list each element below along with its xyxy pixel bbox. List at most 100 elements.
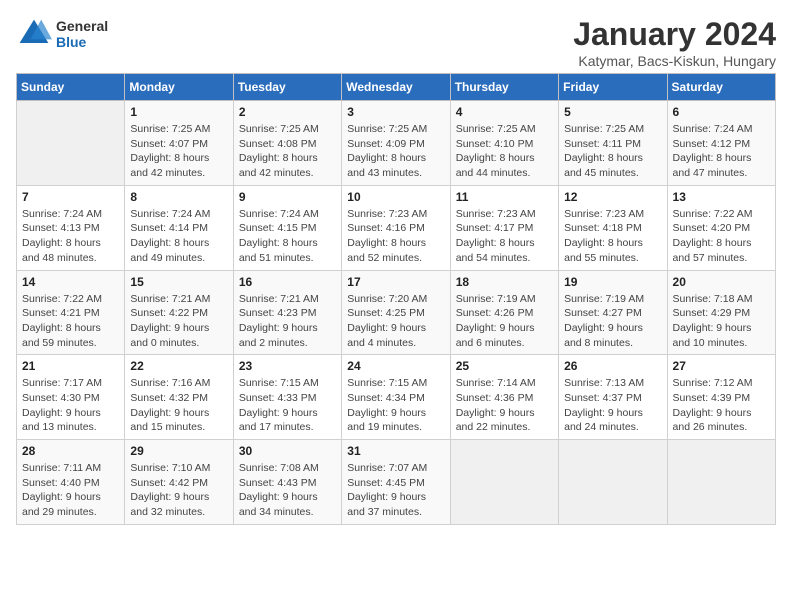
weekday-header-wednesday: Wednesday xyxy=(342,74,450,101)
day-number: 17 xyxy=(347,275,444,289)
day-detail: Sunrise: 7:11 AMSunset: 4:40 PMDaylight:… xyxy=(22,461,119,520)
day-detail: Sunrise: 7:25 AMSunset: 4:10 PMDaylight:… xyxy=(456,122,553,181)
day-detail: Sunrise: 7:16 AMSunset: 4:32 PMDaylight:… xyxy=(130,376,227,435)
weekday-header-friday: Friday xyxy=(559,74,667,101)
day-number: 27 xyxy=(673,359,770,373)
main-title: January 2024 xyxy=(573,16,776,53)
calendar-cell: 2 Sunrise: 7:25 AMSunset: 4:08 PMDaylight… xyxy=(233,101,341,186)
day-detail: Sunrise: 7:10 AMSunset: 4:42 PMDaylight:… xyxy=(130,461,227,520)
day-number: 5 xyxy=(564,105,661,119)
day-number: 1 xyxy=(130,105,227,119)
calendar-cell: 7 Sunrise: 7:24 AMSunset: 4:13 PMDaylight… xyxy=(17,185,125,270)
calendar-cell: 9Sunrise: 7:24 AMSunset: 4:15 PMDaylight… xyxy=(233,185,341,270)
calendar-cell: 4 Sunrise: 7:25 AMSunset: 4:10 PMDaylight… xyxy=(450,101,558,186)
day-number: 28 xyxy=(22,444,119,458)
calendar-cell: 18 Sunrise: 7:19 AMSunset: 4:26 PMDayligh… xyxy=(450,270,558,355)
day-detail: Sunrise: 7:24 AMSunset: 4:12 PMDaylight:… xyxy=(673,122,770,181)
calendar-cell: 29 Sunrise: 7:10 AMSunset: 4:42 PMDayligh… xyxy=(125,440,233,525)
day-number: 25 xyxy=(456,359,553,373)
day-detail: Sunrise: 7:24 AMSunset: 4:13 PMDaylight:… xyxy=(22,207,119,266)
day-number: 3 xyxy=(347,105,444,119)
day-detail: Sunrise: 7:25 AMSunset: 4:09 PMDaylight:… xyxy=(347,122,444,181)
day-number: 21 xyxy=(22,359,119,373)
calendar-cell: 23Sunrise: 7:15 AMSunset: 4:33 PMDayligh… xyxy=(233,355,341,440)
day-detail: Sunrise: 7:19 AMSunset: 4:26 PMDaylight:… xyxy=(456,292,553,351)
day-detail: Sunrise: 7:23 AMSunset: 4:17 PMDaylight:… xyxy=(456,207,553,266)
day-number: 20 xyxy=(673,275,770,289)
calendar-week-4: 21 Sunrise: 7:17 AMSunset: 4:30 PMDayligh… xyxy=(17,355,776,440)
calendar-cell: 19 Sunrise: 7:19 AMSunset: 4:27 PMDayligh… xyxy=(559,270,667,355)
day-number: 14 xyxy=(22,275,119,289)
logo-blue-text: Blue xyxy=(56,34,108,50)
weekday-row: SundayMondayTuesdayWednesdayThursdayFrid… xyxy=(17,74,776,101)
day-number: 24 xyxy=(347,359,444,373)
calendar-week-1: 1 Sunrise: 7:25 AMSunset: 4:07 PMDaylight… xyxy=(17,101,776,186)
calendar-cell xyxy=(450,440,558,525)
calendar-cell: 25Sunrise: 7:14 AMSunset: 4:36 PMDayligh… xyxy=(450,355,558,440)
day-number: 22 xyxy=(130,359,227,373)
day-detail: Sunrise: 7:24 AMSunset: 4:15 PMDaylight:… xyxy=(239,207,336,266)
calendar-table: SundayMondayTuesdayWednesdayThursdayFrid… xyxy=(16,73,776,525)
day-detail: Sunrise: 7:12 AMSunset: 4:39 PMDaylight:… xyxy=(673,376,770,435)
day-detail: Sunrise: 7:19 AMSunset: 4:27 PMDaylight:… xyxy=(564,292,661,351)
weekday-header-thursday: Thursday xyxy=(450,74,558,101)
calendar-cell: 31 Sunrise: 7:07 AMSunset: 4:45 PMDayligh… xyxy=(342,440,450,525)
day-number: 6 xyxy=(673,105,770,119)
day-detail: Sunrise: 7:15 AMSunset: 4:33 PMDaylight:… xyxy=(239,376,336,435)
day-detail: Sunrise: 7:22 AMSunset: 4:21 PMDaylight:… xyxy=(22,292,119,351)
calendar-cell: 24 Sunrise: 7:15 AMSunset: 4:34 PMDayligh… xyxy=(342,355,450,440)
calendar-cell: 26Sunrise: 7:13 AMSunset: 4:37 PMDayligh… xyxy=(559,355,667,440)
calendar-cell xyxy=(17,101,125,186)
day-number: 12 xyxy=(564,190,661,204)
title-block: January 2024 Katymar, Bacs-Kiskun, Hunga… xyxy=(573,16,776,69)
day-number: 10 xyxy=(347,190,444,204)
calendar-cell: 30 Sunrise: 7:08 AMSunset: 4:43 PMDayligh… xyxy=(233,440,341,525)
day-detail: Sunrise: 7:20 AMSunset: 4:25 PMDaylight:… xyxy=(347,292,444,351)
calendar-cell: 3 Sunrise: 7:25 AMSunset: 4:09 PMDaylight… xyxy=(342,101,450,186)
logo-general-text: General xyxy=(56,18,108,34)
day-detail: Sunrise: 7:25 AMSunset: 4:11 PMDaylight:… xyxy=(564,122,661,181)
calendar-cell: 5 Sunrise: 7:25 AMSunset: 4:11 PMDaylight… xyxy=(559,101,667,186)
day-number: 4 xyxy=(456,105,553,119)
calendar-cell: 22 Sunrise: 7:16 AMSunset: 4:32 PMDayligh… xyxy=(125,355,233,440)
logo: General Blue xyxy=(16,16,108,52)
calendar-cell: 21 Sunrise: 7:17 AMSunset: 4:30 PMDayligh… xyxy=(17,355,125,440)
calendar-cell: 6 Sunrise: 7:24 AMSunset: 4:12 PMDaylight… xyxy=(667,101,775,186)
day-number: 8 xyxy=(130,190,227,204)
calendar-week-2: 7 Sunrise: 7:24 AMSunset: 4:13 PMDaylight… xyxy=(17,185,776,270)
calendar-cell: 14 Sunrise: 7:22 AMSunset: 4:21 PMDayligh… xyxy=(17,270,125,355)
day-detail: Sunrise: 7:08 AMSunset: 4:43 PMDaylight:… xyxy=(239,461,336,520)
page-header: General Blue January 2024 Katymar, Bacs-… xyxy=(16,16,776,69)
calendar-cell: 1 Sunrise: 7:25 AMSunset: 4:07 PMDaylight… xyxy=(125,101,233,186)
day-number: 7 xyxy=(22,190,119,204)
day-detail: Sunrise: 7:25 AMSunset: 4:07 PMDaylight:… xyxy=(130,122,227,181)
day-detail: Sunrise: 7:07 AMSunset: 4:45 PMDaylight:… xyxy=(347,461,444,520)
calendar-cell: 17 Sunrise: 7:20 AMSunset: 4:25 PMDayligh… xyxy=(342,270,450,355)
day-detail: Sunrise: 7:25 AMSunset: 4:08 PMDaylight:… xyxy=(239,122,336,181)
calendar-body: 1 Sunrise: 7:25 AMSunset: 4:07 PMDaylight… xyxy=(17,101,776,525)
calendar-cell: 13 Sunrise: 7:22 AMSunset: 4:20 PMDayligh… xyxy=(667,185,775,270)
day-number: 29 xyxy=(130,444,227,458)
day-number: 31 xyxy=(347,444,444,458)
day-detail: Sunrise: 7:21 AMSunset: 4:22 PMDaylight:… xyxy=(130,292,227,351)
day-number: 19 xyxy=(564,275,661,289)
day-detail: Sunrise: 7:17 AMSunset: 4:30 PMDaylight:… xyxy=(22,376,119,435)
day-detail: Sunrise: 7:13 AMSunset: 4:37 PMDaylight:… xyxy=(564,376,661,435)
day-detail: Sunrise: 7:22 AMSunset: 4:20 PMDaylight:… xyxy=(673,207,770,266)
day-number: 30 xyxy=(239,444,336,458)
logo-icon xyxy=(16,16,52,52)
day-detail: Sunrise: 7:24 AMSunset: 4:14 PMDaylight:… xyxy=(130,207,227,266)
day-number: 13 xyxy=(673,190,770,204)
calendar-cell: 12Sunrise: 7:23 AMSunset: 4:18 PMDayligh… xyxy=(559,185,667,270)
day-number: 2 xyxy=(239,105,336,119)
subtitle: Katymar, Bacs-Kiskun, Hungary xyxy=(573,53,776,69)
day-detail: Sunrise: 7:15 AMSunset: 4:34 PMDaylight:… xyxy=(347,376,444,435)
calendar-cell: 16Sunrise: 7:21 AMSunset: 4:23 PMDayligh… xyxy=(233,270,341,355)
calendar-header: SundayMondayTuesdayWednesdayThursdayFrid… xyxy=(17,74,776,101)
logo-text: General Blue xyxy=(56,18,108,50)
weekday-header-saturday: Saturday xyxy=(667,74,775,101)
day-number: 18 xyxy=(456,275,553,289)
calendar-cell: 27 Sunrise: 7:12 AMSunset: 4:39 PMDayligh… xyxy=(667,355,775,440)
calendar-cell xyxy=(667,440,775,525)
calendar-cell: 28 Sunrise: 7:11 AMSunset: 4:40 PMDayligh… xyxy=(17,440,125,525)
